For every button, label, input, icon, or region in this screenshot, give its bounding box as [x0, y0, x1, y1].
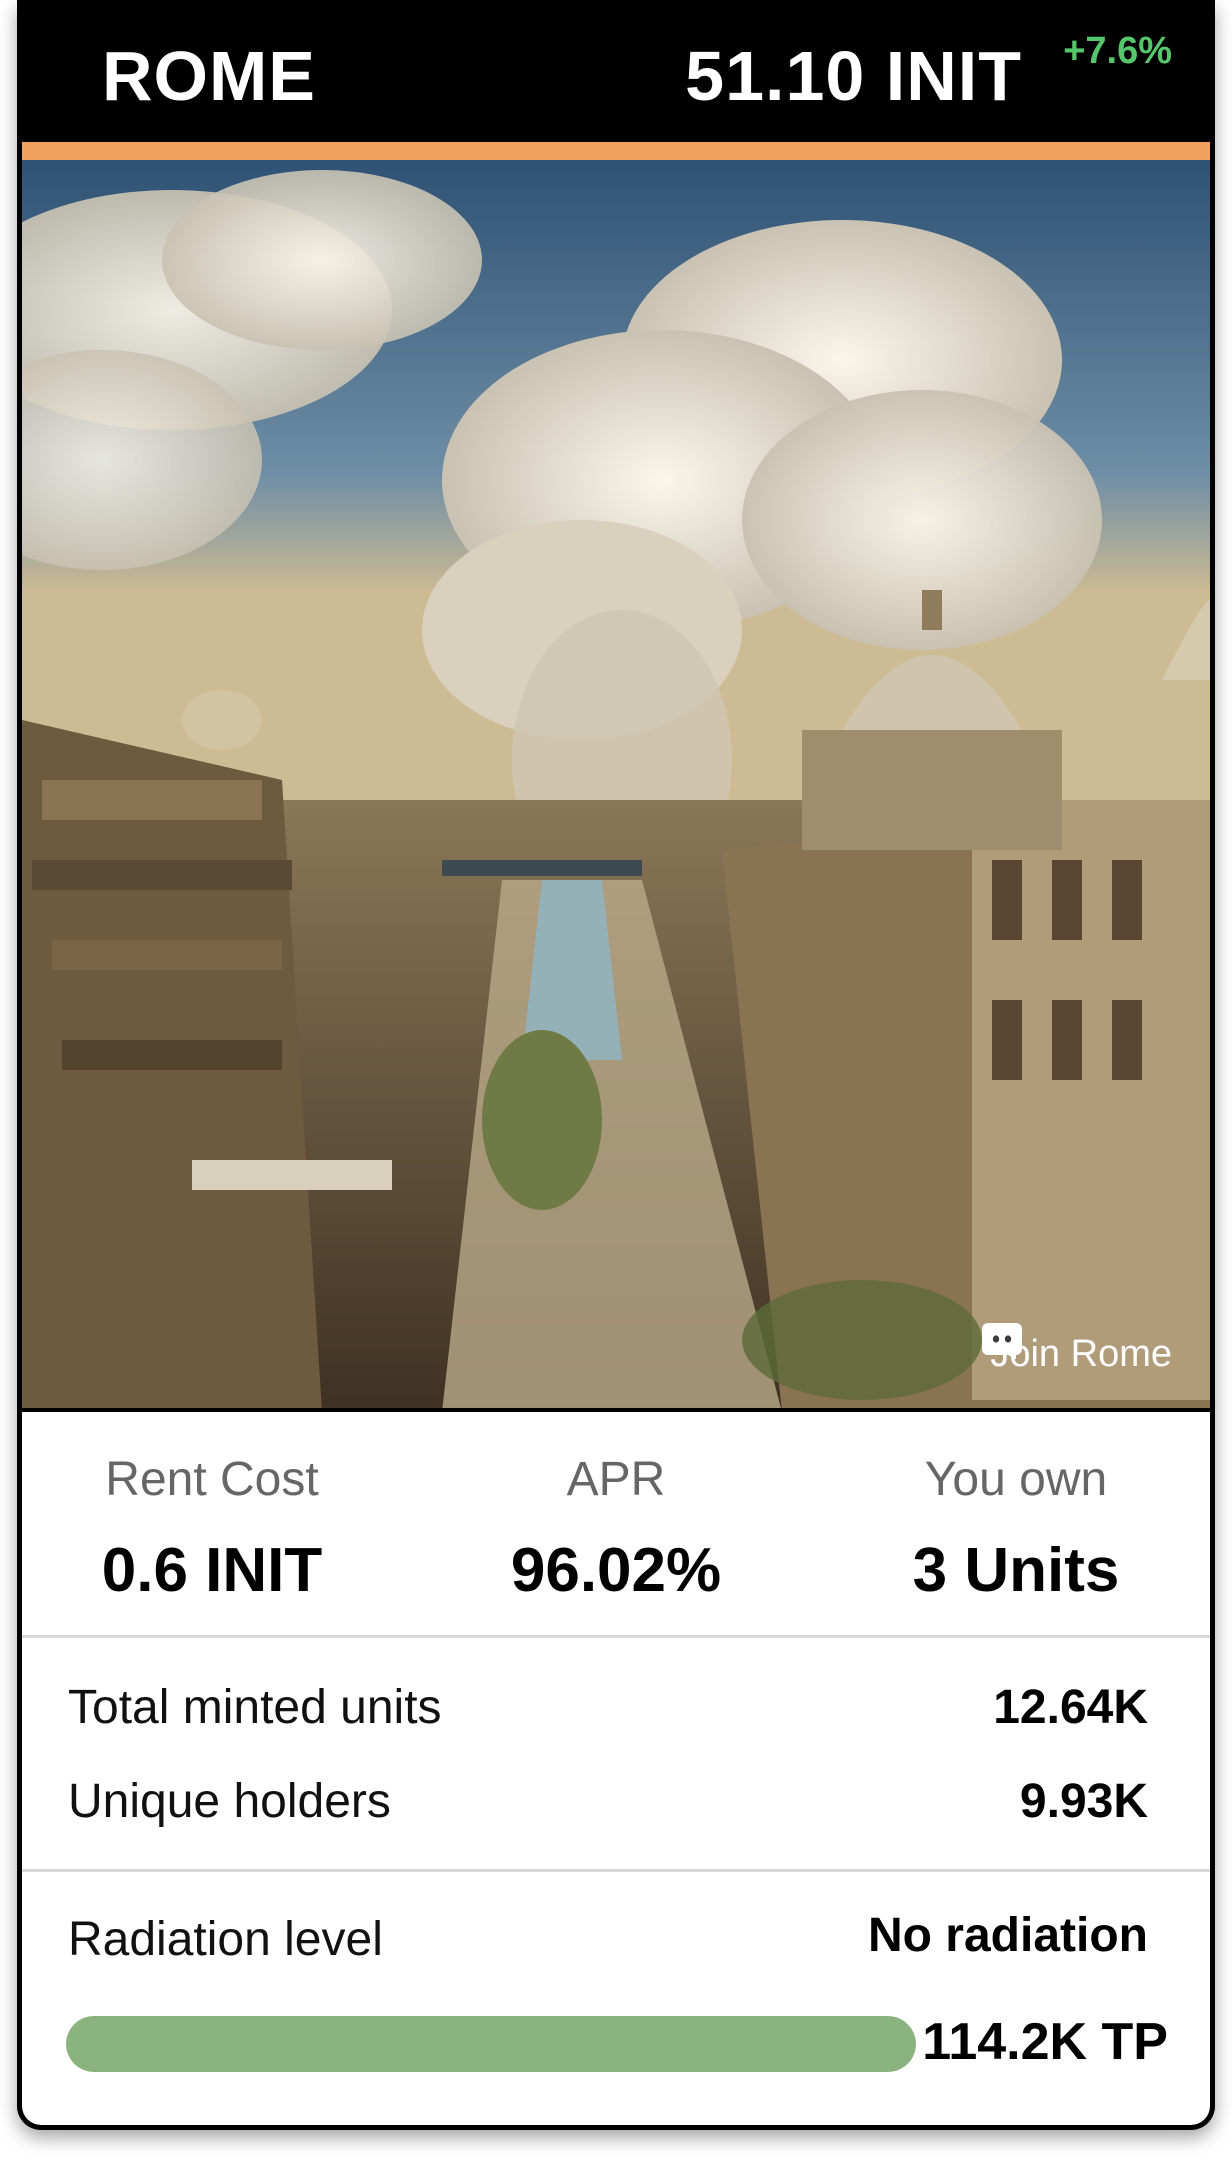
card-header: ROME 51.10 INIT +7.6%	[22, 0, 1210, 142]
metric-value-total-minted: 12.64K	[993, 1681, 1148, 1734]
stat-value: 3 Units	[912, 1536, 1120, 1605]
stat-label: APR	[566, 1453, 666, 1506]
metric-label-total-minted: Total minted units	[68, 1681, 442, 1734]
city-name: ROME	[102, 37, 316, 115]
stats-row: Rent Cost 0.6 INIT APR 96.02% You own 3 …	[22, 1412, 1210, 1638]
radiation-progress-fill	[66, 2016, 916, 2072]
stat-label: Rent Cost	[105, 1453, 319, 1506]
stat-rent-cost: Rent Cost 0.6 INIT	[22, 1452, 402, 1606]
radiation-status: No radiation	[867, 1909, 1148, 1962]
rome-illustration	[22, 160, 1210, 1408]
radiation-progress-bar	[66, 2016, 916, 2072]
radiation-tp-value: 114.2K TP	[922, 2013, 1168, 2071]
city-card: ROME 51.10 INIT +7.6% Join Rome Rent Cos…	[17, 0, 1215, 2130]
header-accent-divider	[22, 142, 1210, 160]
radiation-label: Radiation level	[68, 1913, 383, 1966]
join-city-button[interactable]: Join Rome	[982, 1323, 1180, 1386]
metric-value-unique-holders: 9.93K	[1019, 1775, 1148, 1828]
stat-apr: APR 96.02%	[426, 1452, 806, 1606]
city-hero-image: Join Rome	[22, 160, 1210, 1412]
metrics-list: Total minted units 12.64K Unique holders…	[22, 1640, 1210, 1872]
stat-value: 96.02%	[510, 1536, 722, 1605]
price-change-badge: +7.6%	[1063, 30, 1172, 72]
stat-value: 0.6 INIT	[101, 1536, 323, 1605]
stat-label: You own	[924, 1453, 1108, 1506]
metric-label-unique-holders: Unique holders	[68, 1775, 391, 1828]
radiation-section: Radiation level No radiation 114.2K TP	[22, 1872, 1210, 2125]
stat-you-own: You own 3 Units	[826, 1452, 1206, 1606]
city-price: 51.10 INIT	[685, 37, 1022, 115]
discord-icon	[982, 1323, 1023, 1359]
